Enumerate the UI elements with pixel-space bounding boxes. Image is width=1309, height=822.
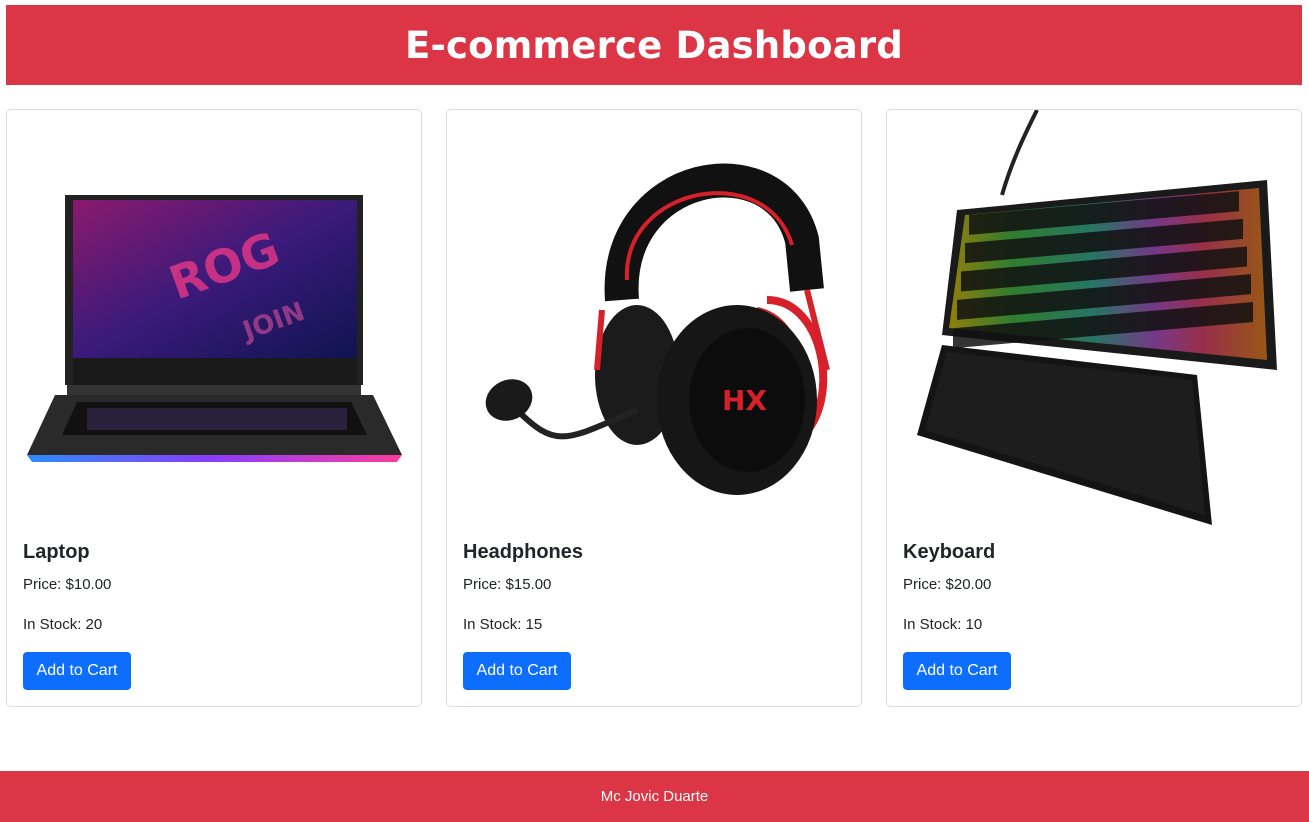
product-card-laptop: ROG JOIN Laptop Price: $10.00 In Stock: … <box>6 109 422 707</box>
product-price: Price: $10.00 <box>23 576 112 593</box>
product-card-headphones: HX Headphones Price: $15.00 In Stock: 15… <box>446 109 862 707</box>
product-card-keyboard: Keyboard Price: $20.00 In Stock: 10 Add … <box>886 109 1302 707</box>
product-stock: In Stock: 15 <box>463 616 543 633</box>
headphones-image: HX <box>447 110 861 530</box>
product-stock: In Stock: 10 <box>903 616 983 633</box>
product-price: Price: $15.00 <box>463 576 552 593</box>
svg-text:HX: HX <box>722 384 767 417</box>
product-name: Headphones <box>463 541 584 563</box>
product-stock: In Stock: 20 <box>23 616 103 633</box>
product-price: Price: $20.00 <box>903 576 992 593</box>
add-to-cart-button[interactable]: Add to Cart <box>463 652 571 690</box>
page-footer: Mc Jovic Duarte <box>0 771 1309 822</box>
keyboard-image <box>887 110 1301 530</box>
footer-author: Mc Jovic Duarte <box>600 788 709 805</box>
page-header: E-commerce Dashboard <box>6 5 1302 85</box>
add-to-cart-button[interactable]: Add to Cart <box>903 652 1011 690</box>
page-title: E-commerce Dashboard <box>405 23 903 67</box>
add-to-cart-button[interactable]: Add to Cart <box>23 652 131 690</box>
laptop-image: ROG JOIN <box>7 110 421 530</box>
product-name: Keyboard <box>903 541 996 563</box>
product-name: Laptop <box>23 541 90 563</box>
